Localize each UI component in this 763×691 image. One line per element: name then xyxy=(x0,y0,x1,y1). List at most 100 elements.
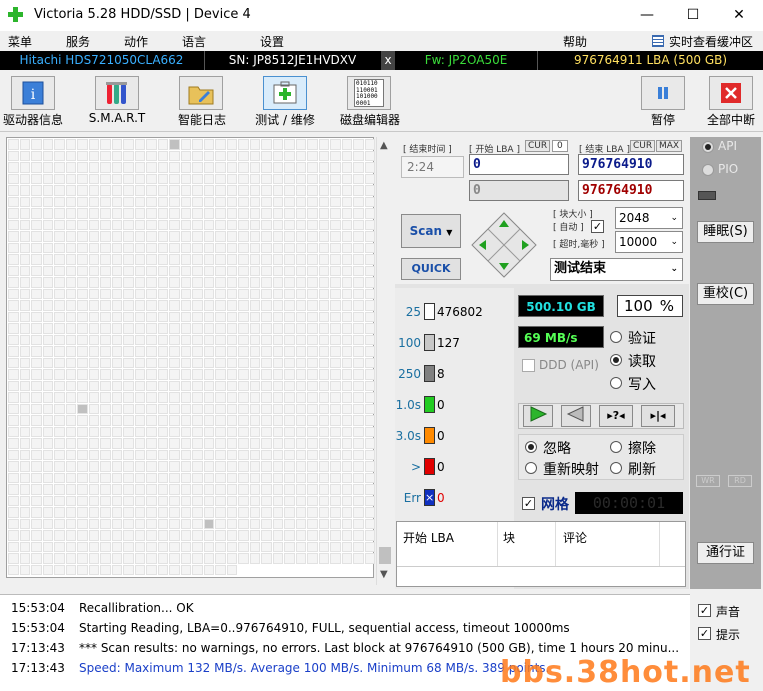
sector-block xyxy=(157,323,168,334)
end-time-field[interactable]: 2:24 xyxy=(401,156,464,178)
sector-block xyxy=(31,139,42,150)
sector-block xyxy=(8,288,19,299)
sector-block xyxy=(42,323,53,334)
test-repair-button[interactable] xyxy=(263,76,307,110)
sector-block xyxy=(123,369,134,380)
sector-block xyxy=(123,334,134,345)
auto-checkbox[interactable]: ✓ xyxy=(591,220,604,233)
close-button[interactable]: ✕ xyxy=(716,0,762,31)
close-device-button[interactable]: x xyxy=(381,51,395,70)
disk-editor-label: 磁盘编辑器 xyxy=(339,113,400,127)
sector-block xyxy=(8,553,19,564)
sound-checkbox[interactable]: ✓ xyxy=(698,604,711,617)
maximize-button[interactable]: ☐ xyxy=(670,0,716,31)
cur-end-button[interactable]: CUR xyxy=(630,140,656,152)
sector-block xyxy=(249,277,260,288)
drive-info-button[interactable]: i xyxy=(11,76,55,110)
menu-item-action[interactable]: 动作 xyxy=(124,33,148,50)
scroll-thumb[interactable] xyxy=(379,547,391,564)
mode-read-label: 读取 xyxy=(628,354,656,370)
sector-block xyxy=(249,231,260,242)
smart-button[interactable] xyxy=(95,76,139,110)
threshold-count: 127 xyxy=(437,336,460,350)
sector-map-scrollbar[interactable]: ▲ ▼ xyxy=(376,137,393,585)
sector-block xyxy=(295,231,306,242)
action-remap-radio[interactable] xyxy=(525,462,537,474)
timeout-select[interactable]: 10000 ⌄ xyxy=(615,231,683,253)
sector-block xyxy=(330,438,341,449)
sector-block xyxy=(261,334,272,345)
scroll-up-arrow-icon[interactable]: ▲ xyxy=(380,140,388,151)
skip-unknown-button[interactable]: ▸?◂ xyxy=(599,405,633,427)
mode-verify-radio[interactable] xyxy=(610,331,622,343)
scroll-down-arrow-icon[interactable]: ▼ xyxy=(380,569,388,580)
sector-block xyxy=(111,162,122,173)
action-erase-radio[interactable] xyxy=(610,441,622,453)
sector-block xyxy=(8,438,19,449)
hint-checkbox[interactable]: ✓ xyxy=(698,627,711,640)
menu-item-language[interactable]: 语言 xyxy=(182,33,206,50)
mode-read-radio[interactable] xyxy=(610,354,622,366)
sector-block xyxy=(364,277,375,288)
sector-block xyxy=(295,380,306,391)
sector-block xyxy=(226,219,237,230)
sector-block xyxy=(364,553,375,564)
sector-block xyxy=(330,415,341,426)
action-refresh-radio[interactable] xyxy=(610,462,622,474)
sleep-button[interactable]: 睡眠(S) xyxy=(697,221,754,243)
block-size-select[interactable]: 2048 ⌄ xyxy=(615,207,683,229)
sector-block xyxy=(295,495,306,506)
start-lba-input[interactable]: 0 xyxy=(469,154,569,175)
sector-block xyxy=(295,173,306,184)
test-status-select[interactable]: 测试结束 ⌄ xyxy=(550,258,683,281)
sector-block xyxy=(192,311,203,322)
reverse-button[interactable] xyxy=(561,405,591,427)
sector-block xyxy=(88,196,99,207)
sector-block xyxy=(157,139,168,150)
menu-item-help[interactable]: 帮助 xyxy=(563,33,587,50)
disk-editor-button[interactable]: 010110 110001 101000 0001 xyxy=(347,76,391,110)
sector-block xyxy=(65,311,76,322)
play-icon xyxy=(530,406,548,422)
menu-item-service[interactable]: 服务 xyxy=(66,33,90,50)
sector-block xyxy=(318,334,329,345)
sector-block xyxy=(169,139,180,150)
sector-block xyxy=(54,277,65,288)
sector-block xyxy=(77,185,88,196)
menu-item-menu[interactable]: 菜单 xyxy=(8,33,32,50)
sector-block xyxy=(134,300,145,311)
sector-block xyxy=(65,403,76,414)
sector-block xyxy=(65,484,76,495)
ddd-checkbox[interactable] xyxy=(522,359,535,372)
end-lba-input[interactable]: 976764910 xyxy=(578,154,684,175)
cur-start-button[interactable]: CUR xyxy=(525,140,551,152)
max-lba-button[interactable]: MAX xyxy=(656,140,683,152)
sector-block xyxy=(65,219,76,230)
grid-checkbox[interactable]: ✓ xyxy=(522,497,535,510)
action-ignore-radio[interactable] xyxy=(525,441,537,453)
mode-write-radio[interactable] xyxy=(610,377,622,389)
sector-block xyxy=(249,300,260,311)
sector-block xyxy=(8,369,19,380)
smart-log-button[interactable] xyxy=(179,76,223,110)
sector-block xyxy=(307,380,318,391)
abort-all-button[interactable] xyxy=(709,76,753,110)
recalibrate-button[interactable]: 重校(C) xyxy=(697,283,754,305)
sector-block xyxy=(77,380,88,391)
sector-block xyxy=(226,346,237,357)
pio-radio[interactable] xyxy=(702,164,714,176)
log-time: 15:53:04 xyxy=(11,621,65,635)
realtime-buffer-toggle[interactable]: 实时查看缓冲区 xyxy=(669,33,753,50)
scan-button[interactable]: Scan ▼ xyxy=(401,214,461,248)
sector-block xyxy=(157,426,168,437)
sector-block xyxy=(203,369,214,380)
minimize-button[interactable]: — xyxy=(624,0,670,31)
sector-block xyxy=(238,449,249,460)
api-radio[interactable] xyxy=(702,141,714,153)
menu-item-settings[interactable]: 设置 xyxy=(260,33,284,50)
end-button[interactable]: ▸|◂ xyxy=(641,405,675,427)
quick-button[interactable]: QUICK xyxy=(401,258,461,280)
play-button[interactable] xyxy=(523,405,553,427)
passport-button[interactable]: 通行证 xyxy=(697,542,754,564)
pause-button[interactable] xyxy=(641,76,685,110)
